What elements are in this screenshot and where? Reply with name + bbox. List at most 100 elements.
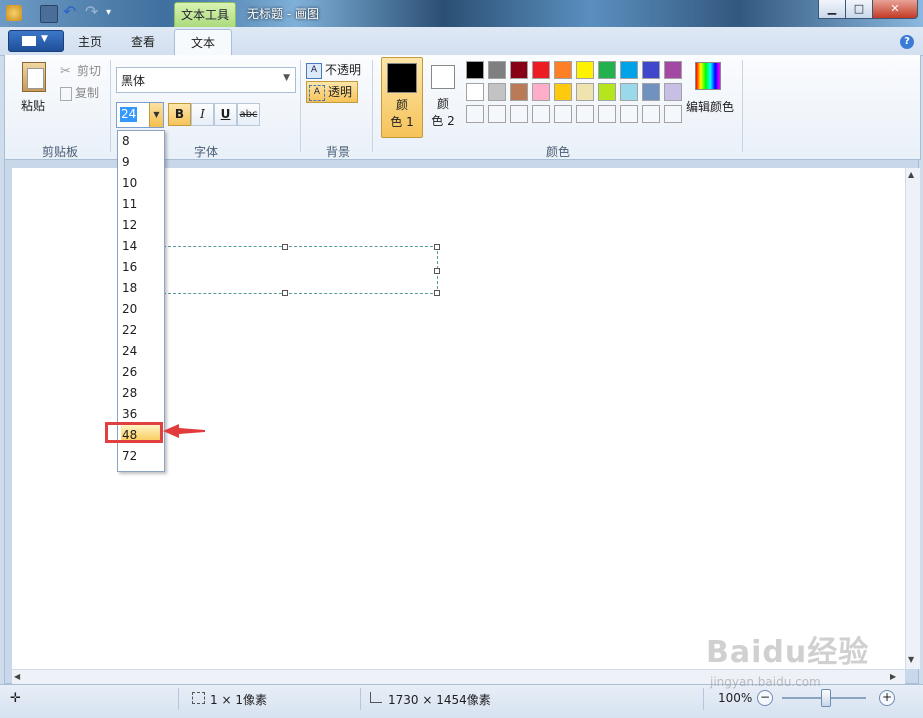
palette-color-swatch[interactable] (598, 83, 616, 101)
bold-button[interactable]: B (168, 103, 191, 126)
resize-handle[interactable] (434, 268, 440, 274)
paste-button[interactable] (20, 60, 48, 92)
customize-qat-icon[interactable]: ▾ (106, 5, 122, 21)
italic-button[interactable]: I (191, 103, 214, 126)
font-size-option-22[interactable]: 22 (122, 320, 162, 341)
font-size-option-18[interactable]: 18 (122, 278, 162, 299)
palette-color-swatch[interactable] (532, 61, 550, 79)
maximize-button[interactable]: □ (845, 0, 873, 19)
palette-color-swatch[interactable] (488, 61, 506, 79)
copy-icon (60, 86, 72, 101)
palette-empty-swatch[interactable] (510, 105, 528, 123)
font-size-option-16[interactable]: 16 (122, 257, 162, 278)
resize-handle[interactable] (434, 290, 440, 296)
palette-empty-swatch[interactable] (664, 105, 682, 123)
color2-button[interactable]: 颜 色 2 (425, 57, 461, 136)
palette-color-swatch[interactable] (510, 83, 528, 101)
resize-handle[interactable] (282, 244, 288, 250)
scroll-right-icon[interactable]: ▶ (890, 672, 896, 681)
tab-view[interactable]: 查看 (120, 31, 166, 53)
scroll-left-icon[interactable]: ◀ (14, 672, 20, 681)
palette-color-swatch[interactable] (466, 83, 484, 101)
font-group-label: 字体 (193, 145, 218, 159)
tab-text[interactable]: 文本 (174, 29, 232, 57)
scroll-up-icon[interactable]: ▲ (908, 170, 914, 179)
text-tools-context-label: 文本工具 (174, 2, 236, 28)
scroll-down-icon[interactable]: ▼ (908, 655, 914, 664)
font-family-select[interactable]: 黑体 ▼ (116, 67, 296, 93)
text-input-box[interactable] (163, 246, 438, 294)
palette-empty-swatch[interactable] (466, 105, 484, 123)
palette-color-swatch[interactable] (598, 61, 616, 79)
font-size-option-14[interactable]: 14 (122, 236, 162, 257)
paper-icon (27, 68, 44, 89)
font-size-option-26[interactable]: 26 (122, 362, 162, 383)
edit-colors-button[interactable]: 编辑颜色 (686, 98, 734, 115)
save-icon[interactable] (40, 5, 58, 23)
font-family-value: 黑体 (121, 74, 146, 88)
color1-label-bottom: 色 1 (390, 115, 414, 129)
tab-home[interactable]: 主页 (68, 31, 112, 53)
palette-empty-swatch[interactable] (576, 105, 594, 123)
paint-app-icon[interactable] (6, 5, 22, 21)
palette-color-swatch[interactable] (620, 83, 638, 101)
palette-empty-swatch[interactable] (488, 105, 506, 123)
palette-color-swatch[interactable] (664, 83, 682, 101)
palette-color-swatch[interactable] (554, 61, 572, 79)
palette-empty-swatch[interactable] (554, 105, 572, 123)
palette-empty-swatch[interactable] (642, 105, 660, 123)
font-size-option-24[interactable]: 24 (122, 341, 162, 362)
palette-color-swatch[interactable] (554, 83, 572, 101)
palette-color-swatch[interactable] (576, 83, 594, 101)
group-divider (742, 60, 743, 152)
undo-icon[interactable]: ↶ (63, 4, 79, 21)
close-button[interactable]: ✕ (872, 0, 918, 19)
redo-icon[interactable]: ↷ (85, 4, 101, 21)
opaque-option[interactable]: A 不透明 (306, 60, 361, 80)
copy-button[interactable]: 复制 (60, 84, 99, 101)
font-size-option-12[interactable]: 12 (122, 215, 162, 236)
chevron-down-icon[interactable]: ▼ (149, 103, 163, 127)
palette-color-swatch[interactable] (620, 61, 638, 79)
minimize-button[interactable]: ▁ (818, 0, 846, 19)
paste-label: 粘贴 (21, 99, 46, 113)
chevron-down-icon: ▼ (41, 34, 48, 44)
zoom-slider-thumb[interactable] (821, 689, 831, 707)
zoom-in-button[interactable]: + (879, 690, 895, 706)
palette-empty-swatch[interactable] (620, 105, 638, 123)
font-size-option-10[interactable]: 10 (122, 173, 162, 194)
font-size-option-9[interactable]: 9 (122, 152, 162, 173)
font-size-option-8[interactable]: 8 (122, 131, 162, 152)
palette-color-swatch[interactable] (664, 61, 682, 79)
palette-color-swatch[interactable] (576, 61, 594, 79)
font-size-option-20[interactable]: 20 (122, 299, 162, 320)
resize-handle[interactable] (282, 290, 288, 296)
color-wheel-icon[interactable] (695, 62, 721, 90)
help-icon[interactable]: ? (900, 35, 914, 49)
transparent-icon: A (309, 84, 325, 101)
palette-empty-swatch[interactable] (532, 105, 550, 123)
color1-button[interactable]: 颜 色 1 (381, 57, 423, 138)
palette-color-swatch[interactable] (642, 61, 660, 79)
palette-empty-swatch[interactable] (598, 105, 616, 123)
colors-group-label: 颜色 (545, 145, 570, 159)
vertical-scrollbar[interactable]: ▲ ▼ (905, 168, 920, 669)
palette-color-swatch[interactable] (510, 61, 528, 79)
font-size-option-28[interactable]: 28 (122, 383, 162, 404)
resize-handle[interactable] (434, 244, 440, 250)
font-size-select[interactable]: 24 ▼ (116, 102, 164, 128)
strikethrough-button[interactable]: abc (237, 103, 260, 126)
palette-color-swatch[interactable] (532, 83, 550, 101)
font-size-value: 24 (120, 107, 138, 122)
cut-button[interactable]: ✂ 剪切 (60, 62, 101, 79)
font-size-option-11[interactable]: 11 (122, 194, 162, 215)
paint-menu-button[interactable]: ▼ (8, 30, 64, 52)
palette-color-swatch[interactable] (642, 83, 660, 101)
font-size-option-72[interactable]: 72 (122, 446, 162, 467)
palette-color-swatch[interactable] (488, 83, 506, 101)
transparent-option[interactable]: A 透明 (306, 81, 359, 103)
underline-button[interactable]: U (214, 103, 237, 126)
palette-color-swatch[interactable] (466, 61, 484, 79)
zoom-out-button[interactable]: − (757, 690, 773, 706)
window-title: 无标题 - 画图 (247, 7, 319, 21)
